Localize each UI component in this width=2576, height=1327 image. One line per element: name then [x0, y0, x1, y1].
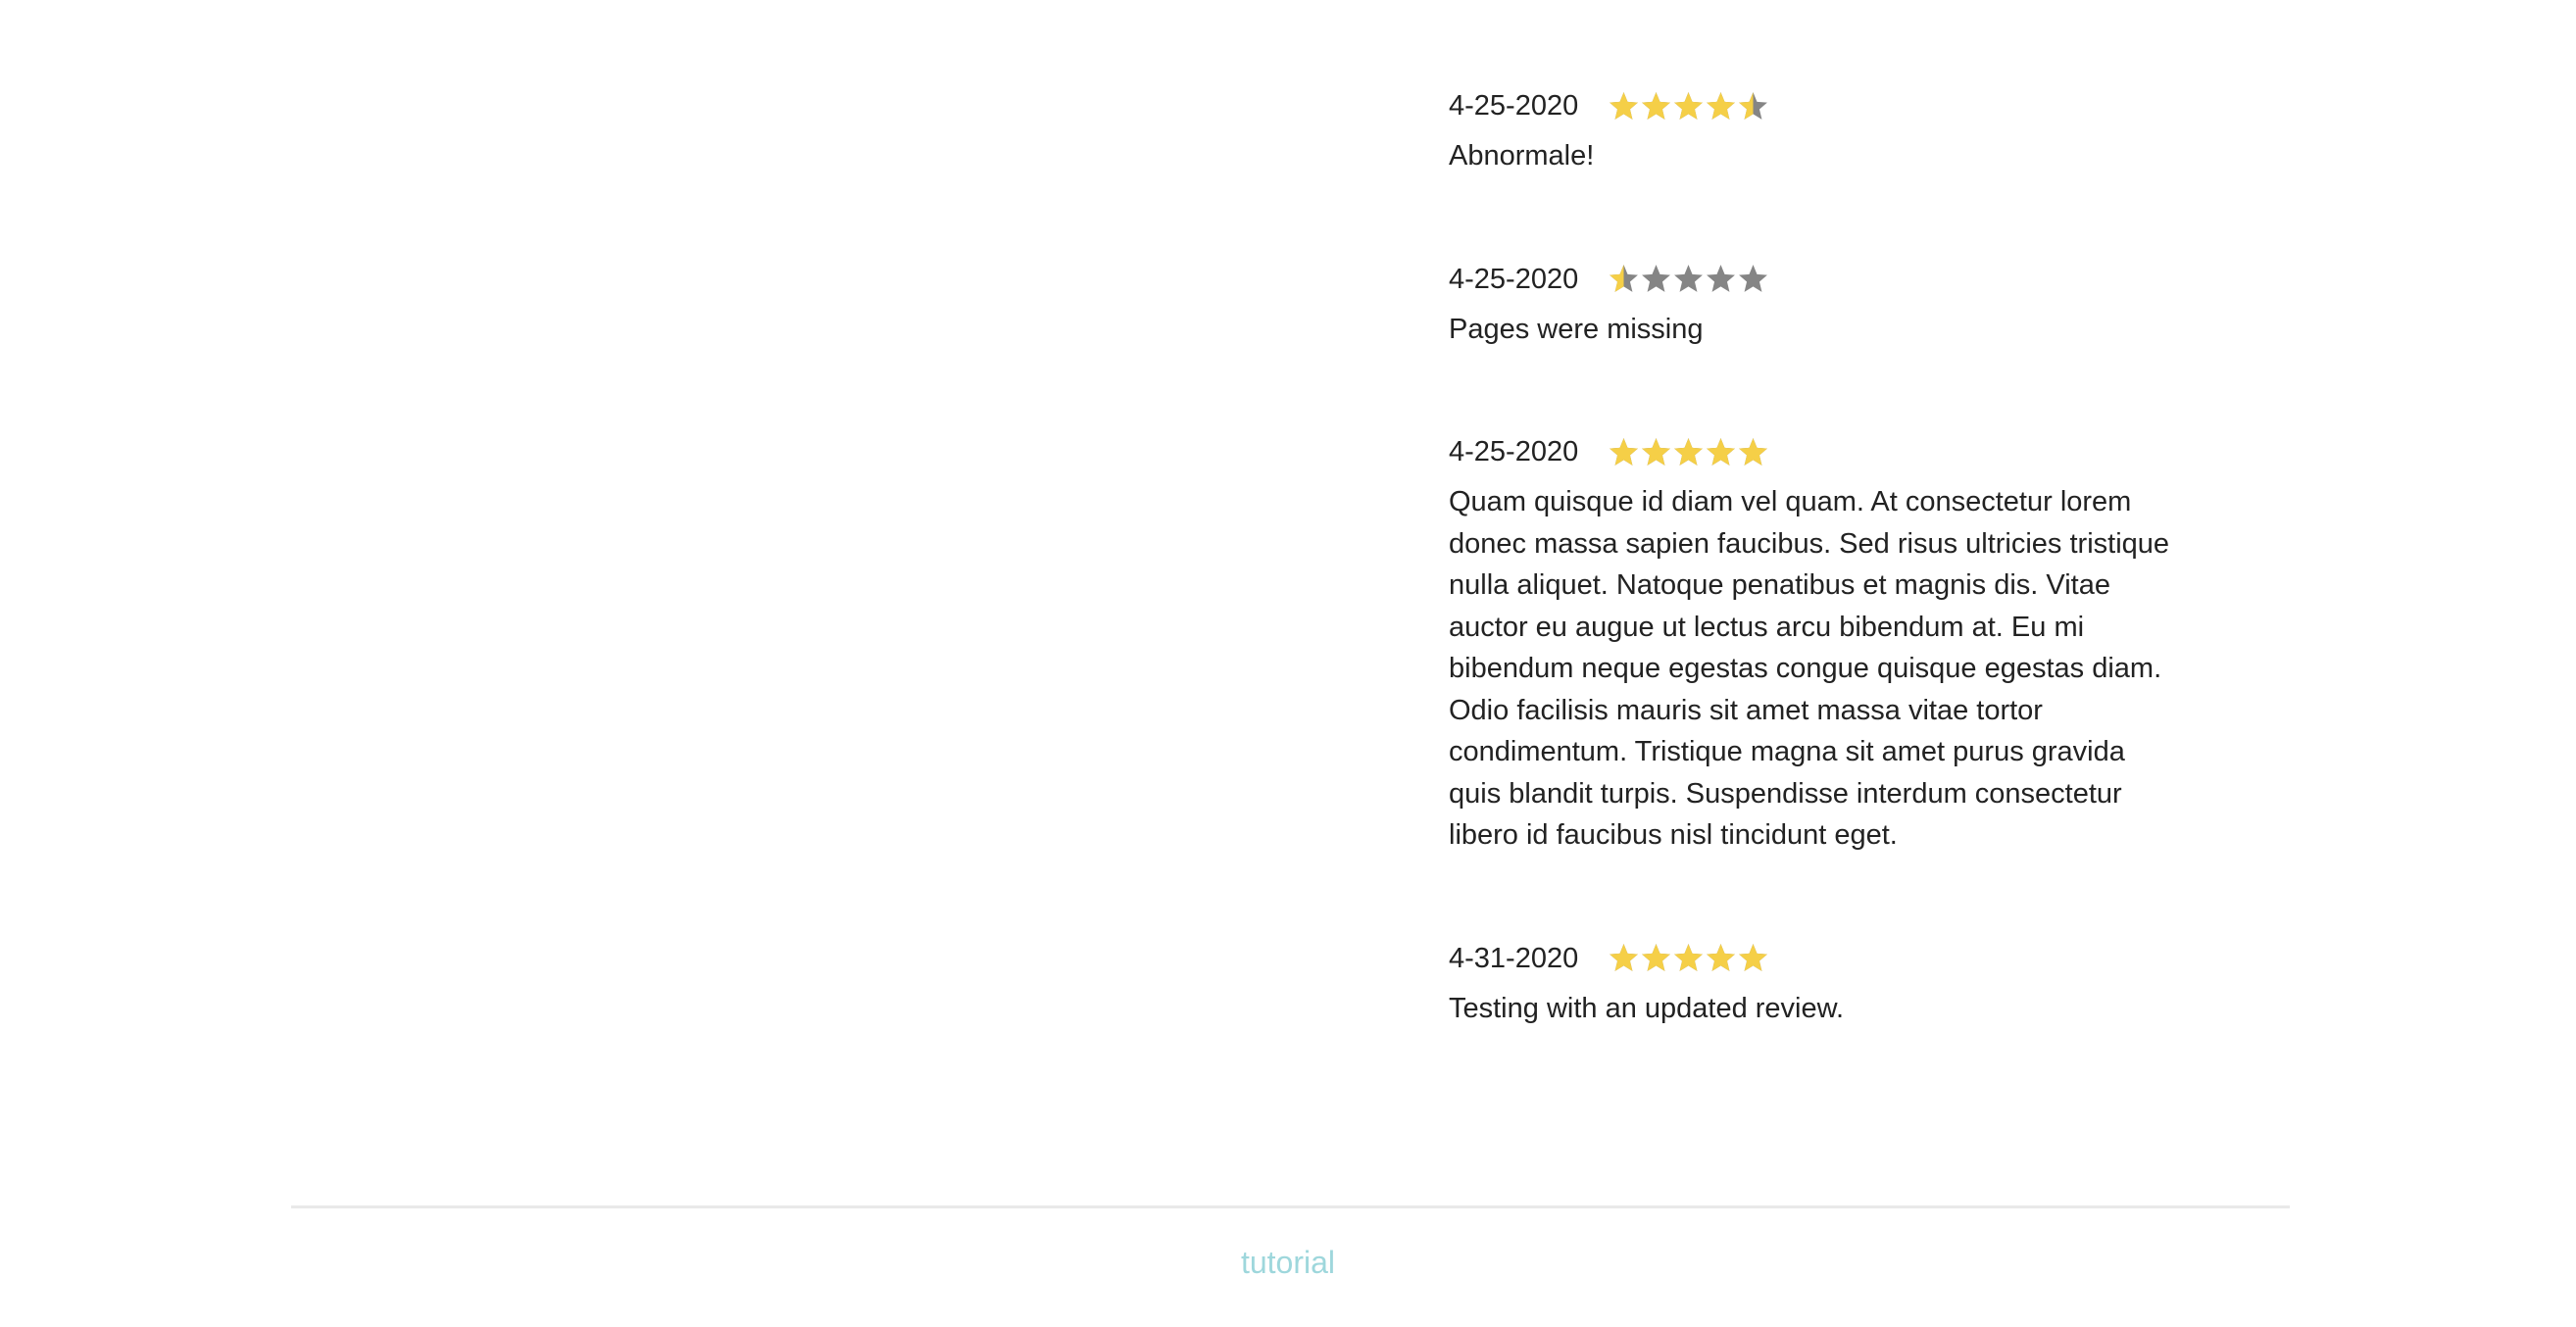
- star-icon: [1674, 437, 1704, 466]
- footer-divider: [291, 1205, 2290, 1208]
- review-header: 4-25-2020: [1449, 258, 2194, 301]
- review-item: 4-25-2020 Abnormale!: [1449, 84, 2194, 177]
- star-rating: [1608, 263, 1769, 295]
- review-text: Abnormale!: [1449, 140, 1595, 172]
- star-icon: [1610, 265, 1639, 292]
- star-icon: [1674, 944, 1704, 971]
- review-date: 4-31-2020: [1449, 942, 1579, 974]
- star-icon: [1674, 91, 1704, 120]
- star-icon: [1642, 91, 1671, 120]
- review-date: 4-25-2020: [1449, 436, 1579, 467]
- star-icon: [1739, 91, 1768, 120]
- star-icon: [1642, 944, 1671, 971]
- star-icon: [1674, 265, 1704, 292]
- review-text: Quam quisque id diam vel quam. At consec…: [1449, 486, 2170, 851]
- review-item: 4-31-2020 Testing with an updated review…: [1449, 937, 2194, 1030]
- review-date: 4-25-2020: [1449, 263, 1579, 295]
- star-rating: [1608, 436, 1769, 468]
- star-rating: [1608, 90, 1769, 123]
- star-icon: [1642, 265, 1671, 292]
- review-item: 4-25-2020 Pages were missing: [1449, 258, 2194, 351]
- review-date: 4-25-2020: [1449, 90, 1579, 122]
- star-icon: [1707, 91, 1736, 120]
- review-header: 4-25-2020: [1449, 84, 2194, 127]
- footer-tutorial-link[interactable]: tutorial: [0, 1243, 2576, 1282]
- star-icon: [1707, 437, 1736, 466]
- review-text: Pages were missing: [1449, 313, 1704, 345]
- star-icon: [1707, 944, 1736, 971]
- star-icon: [1610, 91, 1639, 120]
- star-icon: [1739, 944, 1768, 971]
- star-rating: [1608, 942, 1769, 974]
- star-icon: [1707, 265, 1736, 292]
- review-text: Testing with an updated review.: [1449, 992, 1845, 1024]
- review-header: 4-31-2020: [1449, 937, 2194, 980]
- reviews-list: 4-25-2020 Abnormale! 4-25-2020 Pages wer…: [1449, 84, 2194, 1109]
- star-icon: [1642, 437, 1671, 466]
- review-header: 4-25-2020: [1449, 430, 2194, 473]
- star-icon: [1610, 437, 1639, 466]
- star-icon: [1739, 437, 1768, 466]
- star-icon: [1739, 265, 1768, 292]
- review-item: 4-25-2020 Quam quisque id diam vel quam.…: [1449, 430, 2194, 857]
- star-icon: [1610, 944, 1639, 971]
